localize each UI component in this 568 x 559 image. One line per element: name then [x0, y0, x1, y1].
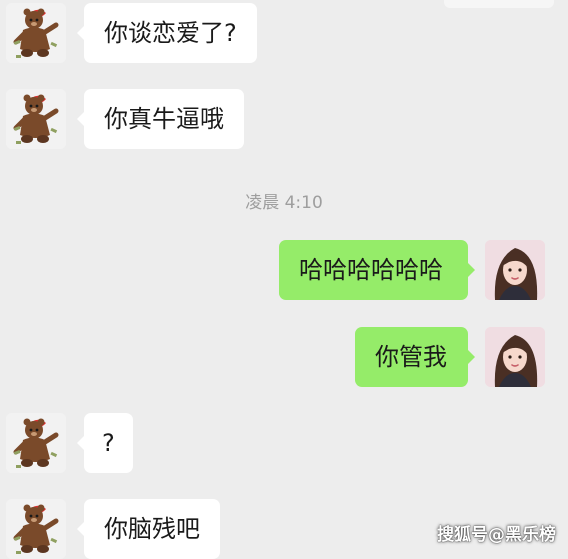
- message-row-sent: 哈哈哈哈哈哈: [0, 240, 568, 300]
- message-row-received: ?: [0, 413, 568, 473]
- watermark: 搜狐号@黑乐榜: [437, 525, 556, 545]
- bear-avatar[interactable]: [6, 499, 66, 559]
- message-row-received: 你真牛逼哦: [0, 89, 568, 149]
- chat-window: 你谈恋爱了? 你真牛逼哦 凌晨 4:10 哈哈哈哈哈哈 你管我 ? 你脑残吧 搜…: [0, 0, 568, 559]
- message-bubble-received[interactable]: 你谈恋爱了?: [77, 3, 257, 63]
- message-bubble-received[interactable]: 你真牛逼哦: [77, 89, 244, 149]
- bear-avatar[interactable]: [6, 413, 66, 473]
- message-bubble-sent[interactable]: 你管我: [355, 327, 475, 387]
- message-bubble-sent[interactable]: 哈哈哈哈哈哈: [279, 240, 475, 300]
- bear-avatar[interactable]: [6, 89, 66, 149]
- bear-avatar[interactable]: [6, 3, 66, 63]
- girl-avatar[interactable]: [485, 327, 545, 387]
- message-row-sent: 你管我: [0, 327, 568, 387]
- chat-timestamp: 凌晨 4:10: [245, 193, 323, 213]
- message-bubble-received[interactable]: ?: [77, 413, 133, 473]
- message-row-received: 你谈恋爱了?: [0, 3, 568, 63]
- girl-avatar[interactable]: [485, 240, 545, 300]
- message-bubble-received[interactable]: 你脑残吧: [77, 499, 220, 559]
